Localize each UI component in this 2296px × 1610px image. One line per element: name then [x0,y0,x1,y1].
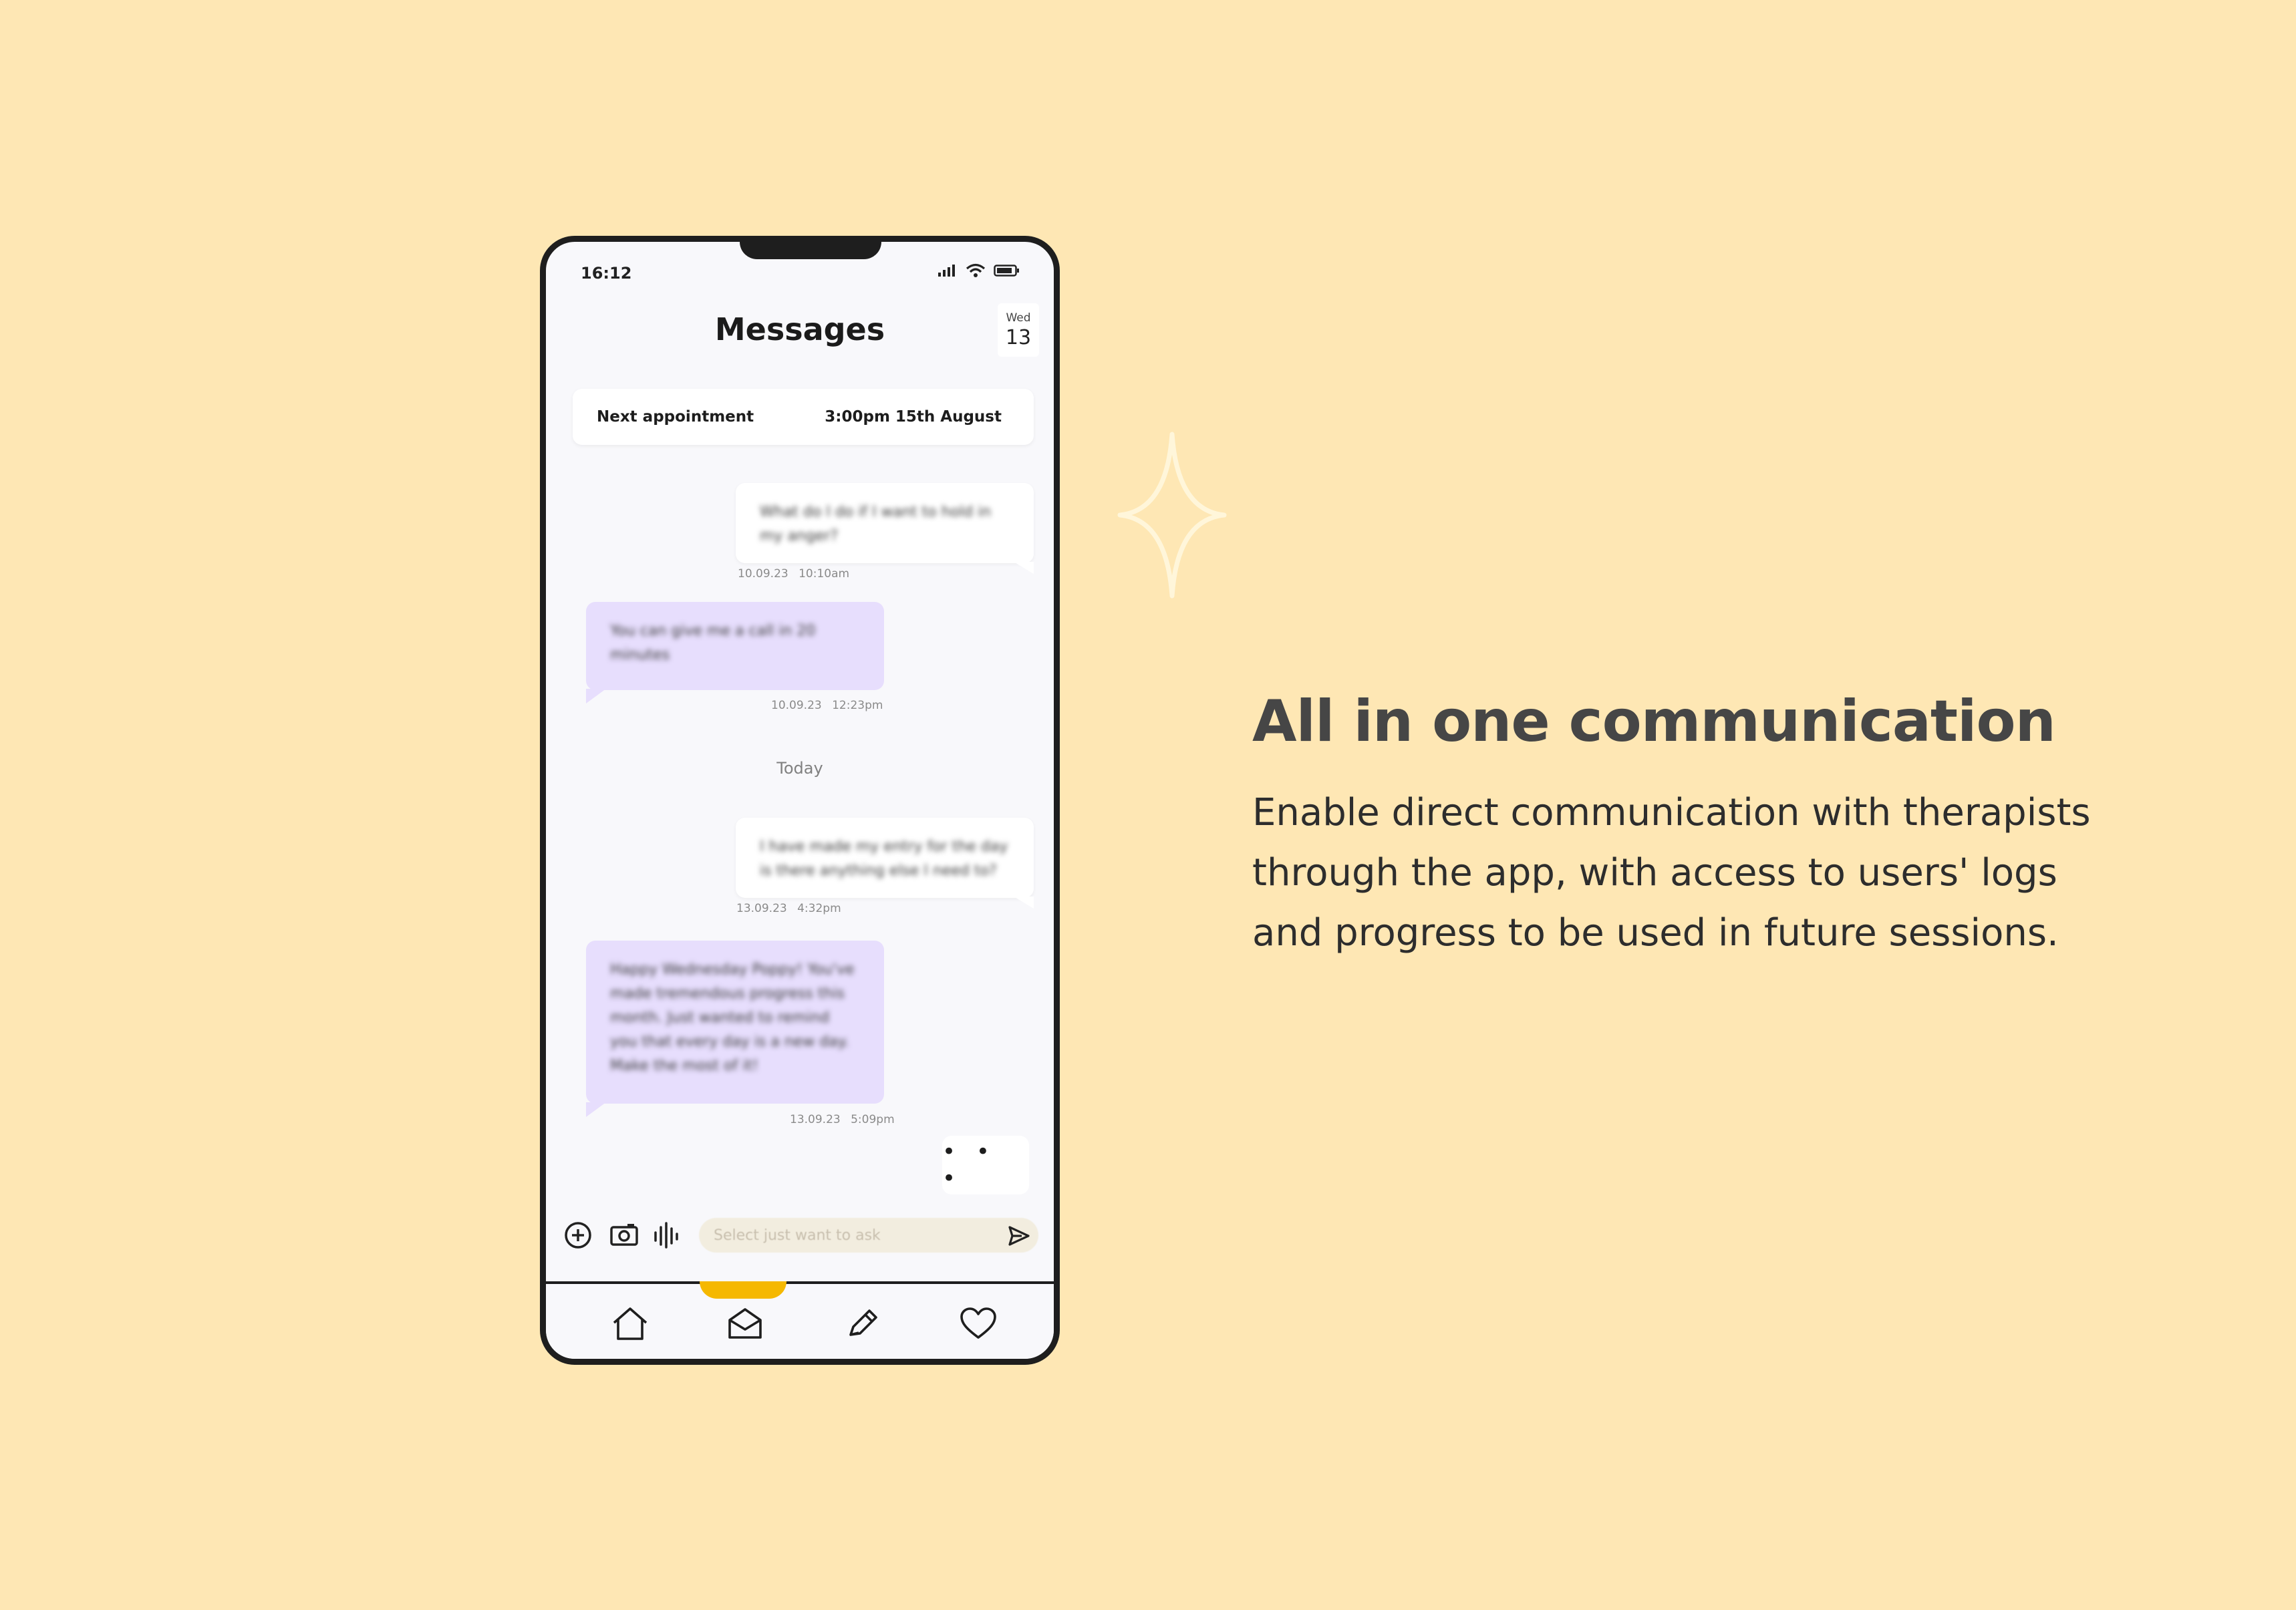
message-timestamp: 10.09.23 10:10am [738,567,850,581]
appointment-label: Next appointment [597,408,754,426]
pencil-icon[interactable] [845,1305,880,1343]
status-icons [938,263,1020,278]
wifi-icon [966,263,986,277]
message-text: What do I do if I want to hold in my ang… [760,504,992,544]
feature-heading: All in one communication [1252,688,2056,755]
feature-description: Enable direct communication with therapi… [1252,791,2091,955]
sparkle-icon [1117,432,1227,599]
signal-icon [938,265,955,277]
message-text: I have made my entry for the day is ther… [760,838,1008,879]
date-day-number: 13 [1005,326,1032,349]
date-day-of-week: Wed [1006,311,1031,325]
bubble-tail [1014,562,1034,574]
next-appointment-card[interactable]: Next appointment 3:00pm 15th August [573,389,1034,445]
send-icon[interactable] [1007,1225,1031,1247]
phone-notch [740,242,881,259]
date-divider: Today [776,759,823,778]
message-bubble-sent[interactable]: What do I do if I want to hold in my ang… [736,483,1034,574]
bubble-tail [586,1102,606,1117]
message-timestamp: 13.09.23 4:32pm [736,902,841,915]
message-input[interactable] [699,1218,1038,1253]
message-timestamp: 13.09.23 5:09pm [790,1113,895,1126]
phone-frame: 16:12 Messages Wed 13 Next appointment 3… [540,236,1060,1365]
message-text: Happy Wednesday Poppy! You've made treme… [610,961,855,1074]
date-chip[interactable]: Wed 13 [998,303,1039,357]
typing-indicator: • • • [942,1136,1029,1194]
message-bubble-received[interactable]: You can give me a call in 20 minutes [586,602,884,703]
message-composer [546,1215,1054,1258]
camera-icon[interactable] [609,1221,639,1250]
message-bubble-sent[interactable]: I have made my entry for the day is ther… [736,818,1034,909]
battery-icon [994,265,1019,277]
voice-waveform-icon[interactable] [653,1221,680,1250]
appointment-value: 3:00pm 15th August [825,408,1002,426]
heart-icon[interactable] [959,1305,998,1343]
bubble-tail [1014,897,1034,909]
bottom-navigation [546,1281,1054,1359]
status-time: 16:12 [581,264,632,283]
add-circle-icon[interactable] [563,1221,593,1250]
envelope-open-icon[interactable] [726,1305,764,1343]
message-bubble-received[interactable]: Happy Wednesday Poppy! You've made treme… [586,941,884,1117]
home-icon[interactable] [610,1305,650,1343]
active-tab-indicator [700,1281,786,1299]
message-timestamp: 10.09.23 12:23pm [771,699,883,712]
message-text: You can give me a call in 20 minutes [610,623,816,663]
page-title: Messages [714,311,885,347]
bubble-tail [586,689,606,703]
